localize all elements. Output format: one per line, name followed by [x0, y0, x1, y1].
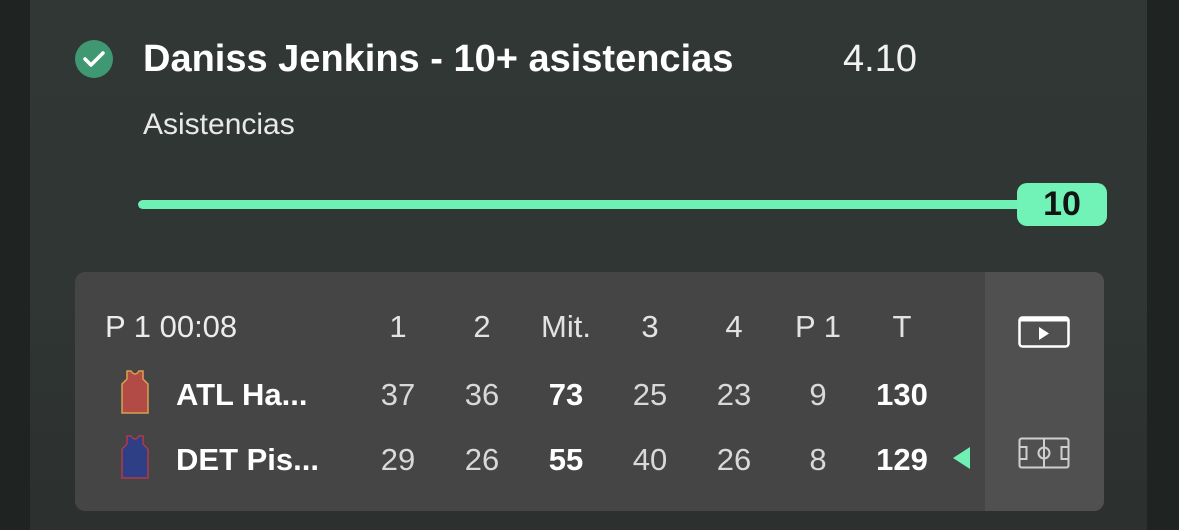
column-header: Mit. — [541, 309, 591, 344]
column-header: T — [892, 309, 912, 344]
team-jersey-icon — [121, 435, 149, 479]
score-cell: 8 — [809, 442, 827, 477]
column-header: 2 — [473, 309, 491, 344]
score-cell: 26 — [716, 442, 752, 477]
game-clock: P 1 00:08 — [105, 309, 238, 344]
progress-fill — [138, 200, 1028, 209]
score-cell: 40 — [632, 442, 668, 477]
check-circle-icon — [75, 40, 113, 78]
column-header: 4 — [725, 309, 743, 344]
column-header: 3 — [641, 309, 659, 344]
court-icon[interactable] — [1018, 437, 1070, 469]
column-header: P 1 — [795, 309, 841, 344]
progress-value-badge: 10 — [1017, 183, 1107, 226]
play-video-icon[interactable] — [1018, 316, 1070, 348]
score-cell: 29 — [380, 442, 416, 477]
score-cell-total: 130 — [876, 377, 928, 412]
team-name: ATL Ha... — [176, 377, 308, 412]
score-cell: 9 — [809, 377, 827, 412]
team-jersey-icon — [121, 370, 149, 414]
score-cell: 23 — [716, 377, 752, 412]
score-cell: 36 — [464, 377, 500, 412]
team-name: DET Pis... — [176, 442, 319, 477]
score-cell-total: 129 — [876, 442, 928, 477]
bet-title: Daniss Jenkins - 10+ asistencias — [143, 38, 734, 80]
score-cell-half: 55 — [548, 442, 584, 477]
score-cell: 26 — [464, 442, 500, 477]
column-header: 1 — [389, 309, 407, 344]
possession-arrow-icon — [953, 447, 970, 469]
score-cell: 37 — [380, 377, 416, 412]
scoreboard-side-panel — [985, 272, 1104, 511]
progress-track — [138, 200, 1028, 209]
stat-label: Asistencias — [143, 108, 295, 141]
bet-odds: 4.10 — [843, 38, 917, 80]
score-cell-half: 73 — [548, 377, 584, 412]
scoreboard: P 1 00:08 1 2 Mit. 3 4 P 1 T ATL Ha... 3… — [75, 272, 1104, 511]
score-cell: 25 — [632, 377, 668, 412]
